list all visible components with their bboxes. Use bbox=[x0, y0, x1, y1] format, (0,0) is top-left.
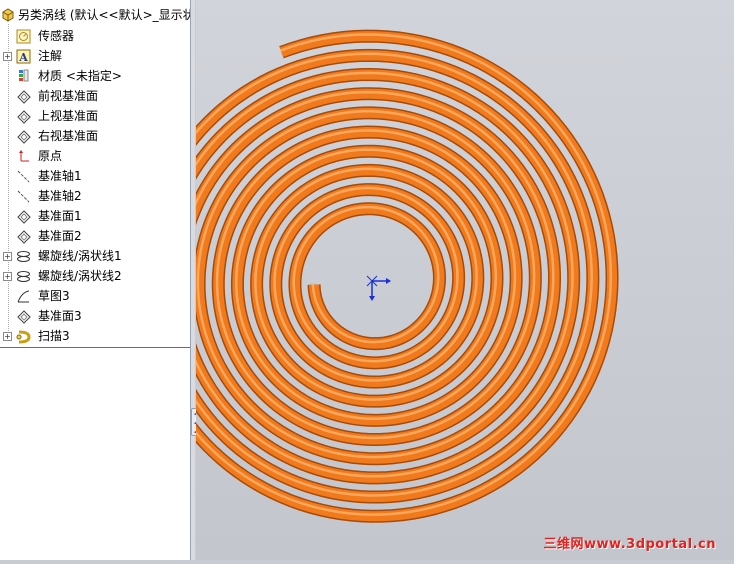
axis-icon bbox=[17, 170, 30, 183]
graphics-viewport[interactable]: 三维网www.3dportal.cn bbox=[135, 0, 734, 560]
feature-tree-panel: 另类涡线 (默认<<默认>_显示状 传感器 + A 注解材质 <未指定> 前视基准面上视… bbox=[0, 0, 191, 560]
tree-item[interactable]: 基准轴2 bbox=[0, 186, 190, 206]
tree-item-label: 原点 bbox=[38, 149, 63, 163]
expand-toggle-icon[interactable]: + bbox=[3, 332, 12, 341]
expand-toggle-icon[interactable]: + bbox=[3, 272, 12, 281]
tree-item-label: 螺旋线/涡状线2 bbox=[38, 269, 122, 283]
tree-root-label: 另类涡线 (默认<<默认>_显示状 bbox=[18, 8, 190, 22]
tree-item[interactable]: + 螺旋线/涡状线1 bbox=[0, 246, 190, 266]
tree-item[interactable]: + A 注解 bbox=[0, 46, 190, 66]
tree-item[interactable]: 草图3 bbox=[0, 286, 190, 306]
origin-triad-icon bbox=[366, 275, 391, 301]
tree-item-label: 基准轴2 bbox=[38, 189, 82, 203]
tree-item-label: 前视基准面 bbox=[38, 89, 99, 103]
panel-splitter[interactable] bbox=[191, 0, 195, 560]
watermark-text: 三维网www.3dportal.cn bbox=[543, 537, 716, 552]
tree-item-label: 螺旋线/涡状线1 bbox=[38, 249, 122, 263]
tree-item[interactable]: 基准面3 bbox=[0, 306, 190, 326]
axis-icon bbox=[17, 190, 30, 203]
plane-icon bbox=[17, 90, 31, 104]
tree-item-label: 基准面1 bbox=[38, 209, 82, 223]
tree-item[interactable]: 基准轴1 bbox=[0, 166, 190, 186]
tree-item-label: 基准轴1 bbox=[38, 169, 82, 183]
material-icon bbox=[19, 69, 29, 82]
spiral-model[interactable] bbox=[135, 0, 734, 560]
tree-root-part[interactable]: 另类涡线 (默认<<默认>_显示状 bbox=[0, 6, 190, 24]
tree-item[interactable]: 传感器 bbox=[0, 26, 190, 46]
tree-item-label: 上视基准面 bbox=[38, 109, 99, 123]
plane-icon bbox=[17, 230, 31, 244]
tree-item[interactable]: 右视基准面 bbox=[0, 126, 190, 146]
helix-icon bbox=[17, 251, 30, 262]
tree-item-label: 基准面2 bbox=[38, 229, 82, 243]
tree-item-label: 扫描3 bbox=[38, 329, 70, 343]
sweep-icon bbox=[16, 330, 31, 344]
tree-empty-area bbox=[0, 348, 190, 560]
helix-icon bbox=[17, 271, 30, 282]
tree-item[interactable]: 前视基准面 bbox=[0, 86, 190, 106]
origin-icon bbox=[19, 150, 29, 162]
expand-toggle-icon[interactable]: + bbox=[3, 252, 12, 261]
expand-toggle-icon[interactable]: + bbox=[3, 52, 12, 61]
plane-icon bbox=[17, 110, 31, 124]
tree-item-label: 右视基准面 bbox=[38, 129, 99, 143]
tree-item-label: 传感器 bbox=[38, 29, 75, 43]
part-icon bbox=[2, 8, 14, 22]
sketch-icon bbox=[17, 290, 30, 303]
plane-icon bbox=[17, 130, 31, 144]
plane-icon bbox=[17, 310, 31, 324]
tree-item[interactable]: + 螺旋线/涡状线2 bbox=[0, 266, 190, 286]
tree-item[interactable]: 基准面2 bbox=[0, 226, 190, 246]
tree-item-label: 草图3 bbox=[38, 289, 70, 303]
tree-item-label: 材质 <未指定> bbox=[38, 69, 122, 83]
tree-item[interactable]: 基准面1 bbox=[0, 206, 190, 226]
tree-item[interactable]: 原点 bbox=[0, 146, 190, 166]
tree-item[interactable]: 材质 <未指定> bbox=[0, 66, 190, 86]
plane-icon bbox=[17, 210, 31, 224]
tree-item[interactable]: 上视基准面 bbox=[0, 106, 190, 126]
tree-item-label: 基准面3 bbox=[38, 309, 82, 323]
annotation-icon: A bbox=[16, 49, 31, 64]
tree-item-label: 注解 bbox=[38, 49, 63, 63]
sensor-icon bbox=[16, 29, 31, 44]
tree-item[interactable]: + 扫描3 bbox=[0, 326, 190, 346]
svg-text:A: A bbox=[18, 51, 28, 64]
